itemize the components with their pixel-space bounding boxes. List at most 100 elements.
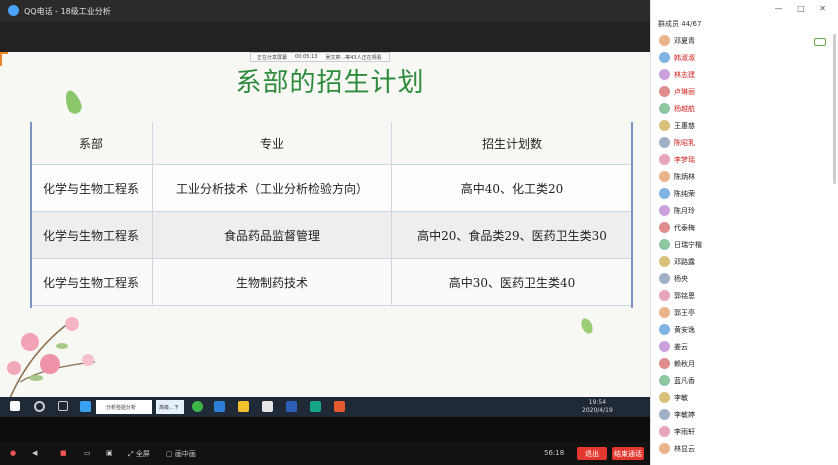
member-item[interactable]: 卢琳丽: [659, 85, 695, 98]
avatar: [659, 239, 670, 250]
member-count: 群成员 44/67: [658, 20, 702, 28]
avatar: [659, 171, 670, 182]
member-item[interactable]: 黄安逸: [659, 323, 695, 336]
exit-button[interactable]: 退出: [577, 447, 607, 460]
member-name: 李敏: [674, 393, 688, 402]
window-controls[interactable]: — □ ✕: [775, 4, 832, 13]
header-cell: 专业: [152, 122, 392, 165]
member-panel: — □ ✕ 群成员 44/67 邓夏青韩淑淑林志建卢琳丽杨越航王惠慈陈昭乳李梦瑶…: [650, 0, 838, 465]
member-scrollbar[interactable]: [833, 34, 836, 184]
member-item[interactable]: 陈昭乳: [659, 136, 695, 149]
avatar: [659, 392, 670, 403]
more-icon[interactable]: ▣: [106, 449, 113, 457]
app-icon[interactable]: [286, 401, 297, 412]
member-name: 陈月玲: [674, 206, 695, 215]
avatar: [659, 103, 670, 114]
member-item[interactable]: 郭铭恩: [659, 289, 695, 302]
table-header-row: 系部 专业 招生计划数: [30, 122, 633, 165]
table-cell: 生物制药技术: [152, 258, 392, 306]
table-row: 化学与生物工程系 工业分析技术（工业分析检验方向） 高中40、化工类20: [30, 164, 633, 212]
app-icon[interactable]: [214, 401, 225, 412]
member-item[interactable]: 杨央: [659, 272, 688, 285]
member-name: 李梦瑶: [674, 155, 695, 164]
shared-windows-taskbar: 分析检验分析 高级...下 19:54 2020/4/19: [0, 397, 650, 417]
table-cell: 化学与生物工程系: [30, 164, 153, 212]
table-cell: 高中20、食品类29、医药卫生类30: [391, 211, 633, 259]
table-cell: 化学与生物工程系: [30, 211, 153, 259]
member-item[interactable]: 代泰梅: [659, 221, 695, 234]
member-name: 李雨轩: [674, 427, 695, 436]
avatar: [659, 35, 670, 46]
pip-button[interactable]: ▢ 画中画: [166, 449, 196, 459]
header-cell: 招生计划数: [391, 122, 633, 165]
member-item[interactable]: 韩淑淑: [659, 51, 695, 64]
avatar: [659, 358, 670, 369]
avatar: [659, 137, 670, 148]
member-item[interactable]: 陈纯荣: [659, 187, 695, 200]
avatar: [659, 443, 670, 454]
member-name: 赖秋月: [674, 359, 695, 368]
avatar: [659, 290, 670, 301]
share-duration: 00:05:13: [295, 54, 318, 60]
fullscreen-button[interactable]: ⤢ 全屏: [128, 449, 150, 459]
member-name: 王惠慈: [674, 121, 695, 130]
member-item[interactable]: 林显云: [659, 442, 695, 455]
member-item[interactable]: 赖秋月: [659, 357, 695, 370]
member-name: 日瑞宁楷: [674, 240, 702, 249]
title-bar: QQ电话 - 18级工业分析: [0, 0, 650, 22]
taskbar-window-item[interactable]: 分析检验分析: [96, 400, 152, 414]
member-name: 代泰梅: [674, 223, 695, 232]
share-screen-icon[interactable]: ▭: [84, 449, 91, 457]
leaf-decoration: [579, 316, 595, 336]
app-icon[interactable]: [262, 401, 273, 412]
avatar: [659, 52, 670, 63]
window-title: QQ电话 - 18级工业分析: [24, 7, 111, 16]
share-status: 正在分享屏幕: [257, 54, 288, 61]
slide-title: 系部的招生计划: [235, 68, 425, 98]
member-name: 卢琳丽: [674, 87, 695, 96]
app-icon[interactable]: [80, 401, 91, 412]
app-icon[interactable]: [238, 401, 249, 412]
avatar: [659, 426, 670, 437]
cortana-icon[interactable]: [34, 401, 45, 412]
mic-icon[interactable]: ●: [10, 449, 16, 457]
member-item[interactable]: 邓夏青: [659, 34, 695, 47]
end-call-button[interactable]: 结束通话: [612, 447, 644, 460]
member-item[interactable]: 郭王亭: [659, 306, 695, 319]
avatar: [659, 273, 670, 284]
taskbar-window-item-2[interactable]: 高级...下: [156, 400, 184, 414]
member-item[interactable]: 日瑞宁楷: [659, 238, 702, 251]
member-name: 邓夏青: [674, 36, 695, 45]
table-cell: 食品药品监督管理: [152, 211, 392, 259]
member-item[interactable]: 李敏婷: [659, 408, 695, 421]
member-item[interactable]: 蓝凡香: [659, 374, 695, 387]
avatar: [659, 324, 670, 335]
app-icon[interactable]: [192, 401, 203, 412]
avatar: [659, 154, 670, 165]
member-item[interactable]: 王惠慈: [659, 119, 695, 132]
member-item[interactable]: 杨越航: [659, 102, 695, 115]
avatar: [659, 409, 670, 420]
speaker-icon[interactable]: ◀: [32, 449, 37, 457]
member-item[interactable]: 李雨轩: [659, 425, 695, 438]
app-icon[interactable]: [310, 401, 321, 412]
camera-icon[interactable]: ■: [60, 449, 67, 457]
member-name: 杨央: [674, 274, 688, 283]
leaf-decoration: [62, 88, 84, 116]
avatar: [659, 86, 670, 97]
member-item[interactable]: 李梦瑶: [659, 153, 695, 166]
member-item[interactable]: 陈月玲: [659, 204, 695, 217]
member-item[interactable]: 邓路露: [659, 255, 695, 268]
windows-start-icon[interactable]: [10, 401, 20, 411]
member-item[interactable]: 李敏: [659, 391, 688, 404]
avatar: [659, 120, 670, 131]
member-item[interactable]: 林志建: [659, 68, 695, 81]
avatar: [659, 69, 670, 80]
member-item[interactable]: 陈炳林: [659, 170, 695, 183]
task-view-icon[interactable]: [58, 401, 68, 411]
member-name: 郭铭恩: [674, 291, 695, 300]
pip-label: 画中画: [174, 450, 196, 458]
member-item[interactable]: 姜云: [659, 340, 688, 353]
table-row: 化学与生物工程系 食品药品监督管理 高中20、食品类29、医药卫生类30: [30, 211, 633, 259]
app-icon[interactable]: [334, 401, 345, 412]
